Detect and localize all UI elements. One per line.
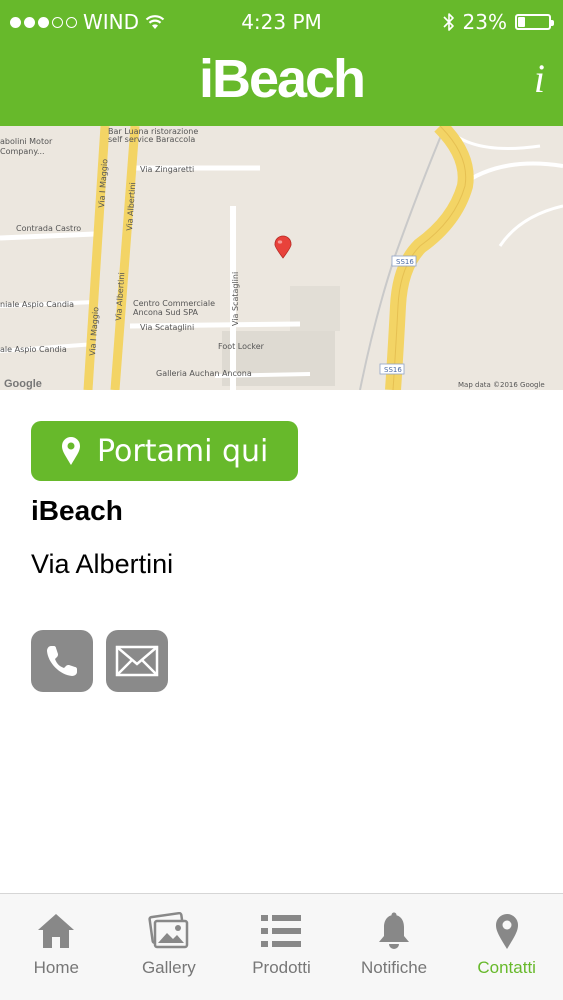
battery-percentage: 23% bbox=[462, 10, 507, 34]
tab-prodotti[interactable]: Prodotti bbox=[225, 894, 338, 1000]
tab-label: Home bbox=[33, 958, 79, 977]
map-street-label: Via Scataglini bbox=[140, 323, 194, 332]
tab-home[interactable]: Home bbox=[0, 894, 113, 1000]
map-place-label: Centro Commerciale bbox=[133, 299, 215, 308]
tab-label: Contatti bbox=[477, 958, 536, 977]
map-attribution: Map data ©2016 Google bbox=[458, 381, 545, 389]
app-header: WIND 4:23 PM 23% iBeach i bbox=[0, 0, 563, 126]
status-bar: WIND 4:23 PM 23% bbox=[0, 0, 563, 44]
tab-gallery[interactable]: Gallery bbox=[113, 894, 226, 1000]
call-button[interactable] bbox=[31, 630, 93, 692]
map-road bbox=[110, 126, 140, 390]
map-place-label: Company... bbox=[0, 147, 45, 156]
map-street-label: Via Zingaretti bbox=[140, 165, 194, 174]
gallery-icon bbox=[148, 912, 189, 949]
map-road-shield-label: SS16 bbox=[384, 366, 402, 374]
tab-label: Notifiche bbox=[361, 958, 428, 977]
battery-icon bbox=[515, 14, 554, 30]
location-pin-icon bbox=[62, 437, 80, 465]
map-marker-icon[interactable] bbox=[274, 235, 292, 259]
tab-notifiche[interactable]: Notifiche bbox=[338, 894, 451, 1000]
battery-fill bbox=[518, 17, 525, 27]
navigate-button[interactable]: Portami qui bbox=[31, 421, 298, 481]
tab-label: Prodotti bbox=[252, 958, 311, 977]
map-street-label: ale Aspio Candia bbox=[0, 345, 67, 354]
bell-icon bbox=[379, 912, 410, 949]
map-road-shield-label: SS16 bbox=[396, 258, 414, 266]
phone-icon bbox=[47, 646, 77, 676]
map-street-label: Via Scataglini bbox=[231, 272, 240, 326]
app-title: iBeach bbox=[198, 49, 366, 109]
map-street bbox=[458, 161, 563, 188]
tab-bar: Home Gallery Prodotti Notifiche Contatti bbox=[0, 893, 563, 1000]
google-logo: Google bbox=[4, 378, 42, 390]
contact-details: Portami qui iBeach Via Albertini bbox=[31, 421, 531, 692]
tab-contatti[interactable]: Contatti bbox=[450, 894, 563, 1000]
tab-label: Gallery bbox=[141, 958, 196, 977]
navigate-button-label: Portami qui bbox=[97, 433, 269, 469]
list-icon bbox=[261, 915, 302, 947]
map-place-label: abolini Motor bbox=[0, 137, 53, 146]
contact-actions bbox=[31, 630, 531, 692]
bluetooth-icon bbox=[442, 13, 454, 31]
mail-icon bbox=[115, 645, 159, 677]
map-view[interactable]: Via Zingaretti Contrada Castro Via Scata… bbox=[0, 126, 563, 390]
map-place-label: Galleria Auchan Ancona bbox=[156, 369, 252, 378]
status-right: 23% bbox=[442, 10, 554, 34]
info-button[interactable]: i bbox=[534, 55, 545, 102]
map-street-label: Contrada Castro bbox=[16, 224, 81, 233]
home-icon bbox=[38, 914, 75, 948]
map-place-label: Ancona Sud SPA bbox=[133, 308, 199, 317]
map-place-label: self service Baraccola bbox=[108, 135, 195, 144]
map-street-label: niale Aspio Candia bbox=[0, 300, 74, 309]
map-canvas: Via Zingaretti Contrada Castro Via Scata… bbox=[0, 126, 563, 390]
map-street bbox=[498, 204, 563, 247]
place-address: Via Albertini bbox=[31, 549, 174, 579]
location-pin-icon bbox=[495, 914, 518, 949]
email-button[interactable] bbox=[106, 630, 168, 692]
map-street bbox=[0, 231, 96, 241]
place-name: iBeach bbox=[31, 495, 123, 526]
map-place-label: Foot Locker bbox=[218, 342, 265, 351]
